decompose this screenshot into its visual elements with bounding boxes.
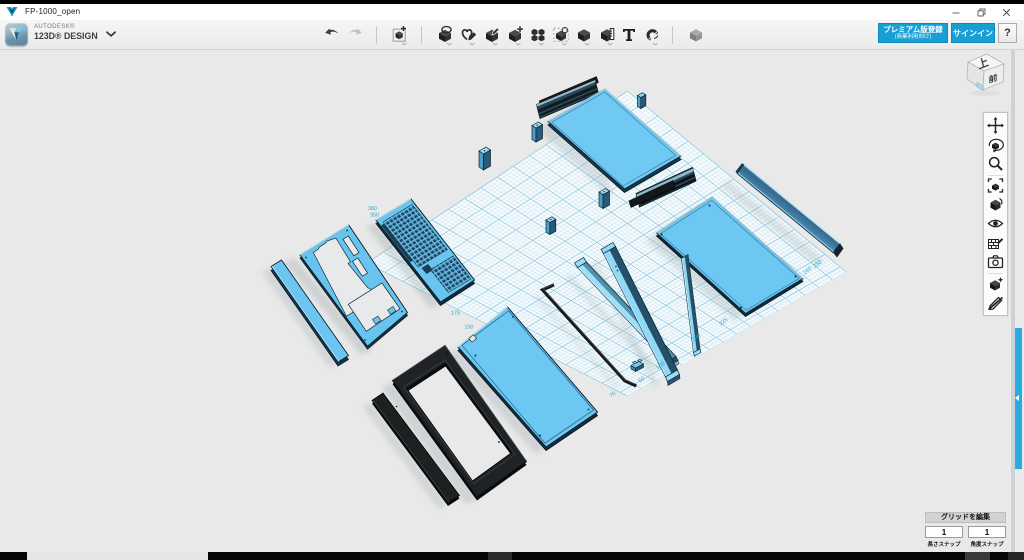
nav-divider (988, 273, 1003, 274)
material-tool-icon[interactable] (687, 25, 705, 43)
nav-divider (988, 175, 1003, 176)
measure-tool-icon[interactable] (598, 25, 616, 43)
panel-collapse-arrow-icon (1015, 395, 1019, 401)
view-cube[interactable]: 上 前 (960, 50, 1012, 102)
tool-dropdown-markers (395, 42, 695, 47)
logo-123d-icon (5, 23, 28, 46)
taskbar-show-desktop[interactable] (1008, 552, 1024, 560)
hide-sketches-icon[interactable] (987, 295, 1004, 312)
premium-sublabel: (商業利用向け) (879, 34, 947, 40)
toolbar-separator (376, 26, 377, 44)
main-toolbar: AUTODESK® 123D® DESIGN (0, 20, 1024, 50)
taskbar[interactable] (0, 552, 1024, 560)
brand-123d-design: 123D® DESIGN (34, 32, 98, 41)
signin-button[interactable]: サインイン (951, 23, 995, 43)
text-tool-icon[interactable] (620, 25, 638, 43)
svg-text:350: 350 (370, 213, 379, 219)
redo-icon[interactable] (346, 25, 364, 43)
signin-label: サインイン (952, 28, 994, 39)
standoff-5[interactable] (638, 93, 646, 109)
svg-text:75: 75 (609, 391, 618, 399)
maximize-button[interactable] (970, 6, 992, 19)
brand-autodesk: AUTODESK® (34, 24, 98, 30)
standoff-2[interactable] (532, 122, 543, 142)
premium-label: プレミアム版登録 (879, 26, 947, 34)
restore-icon (977, 8, 986, 17)
modify-tool-icon[interactable] (506, 25, 524, 43)
show-solids-icon[interactable] (987, 275, 1004, 292)
app-icon (6, 6, 18, 18)
help-button[interactable]: ? (998, 23, 1017, 43)
premium-register-button[interactable]: プレミアム版登録 (商業利用向け) (878, 23, 948, 43)
minimize-icon (952, 8, 961, 17)
taskbar-app-button[interactable] (488, 552, 512, 560)
angle-snap-label: 角度スナップ (968, 540, 1006, 548)
fit-view-icon[interactable] (987, 177, 1004, 194)
pan-icon[interactable] (987, 117, 1004, 134)
navigation-toolbar (983, 112, 1008, 316)
angle-snap-input[interactable] (968, 526, 1006, 538)
close-icon (1002, 8, 1011, 17)
standoff-4[interactable] (599, 189, 610, 209)
length-snap-input[interactable] (925, 526, 963, 538)
sketch-tool-icon[interactable] (460, 25, 478, 43)
undo-icon[interactable] (323, 25, 341, 43)
taskbar-search-box[interactable] (27, 552, 208, 560)
brand-text: AUTODESK® 123D® DESIGN (34, 24, 98, 41)
menu-chevron-icon[interactable] (105, 30, 118, 39)
library-panel-tab[interactable] (1015, 328, 1022, 469)
close-button[interactable] (995, 6, 1017, 19)
app-logo[interactable] (5, 23, 28, 46)
combine-tool-icon[interactable] (575, 25, 593, 43)
materials-icon[interactable] (987, 234, 1004, 251)
visibility-icon[interactable] (987, 215, 1004, 232)
taskbar-tray[interactable] (965, 552, 990, 560)
construct-tool-icon[interactable] (483, 25, 501, 43)
svg-text:175: 175 (451, 311, 460, 317)
length-snap-label: 長さスナップ (925, 540, 963, 548)
grouping-tool-icon[interactable] (552, 25, 570, 43)
shading-mode-icon[interactable] (987, 196, 1004, 213)
minimize-button[interactable] (945, 6, 967, 19)
transform-tool-icon[interactable] (391, 25, 409, 43)
zoom-icon[interactable] (987, 155, 1004, 172)
grid-edit-panel: グリッドを編集 長さスナップ 角度スナップ (925, 512, 1006, 549)
snap-tool-icon[interactable] (642, 25, 660, 43)
svg-text:360: 360 (368, 206, 377, 212)
standoff-1[interactable] (479, 147, 491, 170)
window-right-edge (1011, 50, 1015, 552)
titlebar: FP-1000_open (0, 4, 1024, 20)
pattern-tool-icon[interactable] (529, 25, 547, 43)
window-title: FP-1000_open (25, 7, 80, 16)
svg-text:150: 150 (464, 325, 473, 331)
app-window: { "window": { "title": "FP-1000_open" },… (0, 0, 1024, 560)
grid-edit-button[interactable]: グリッドを編集 (925, 512, 1006, 523)
primitives-tool-icon[interactable] (436, 25, 454, 43)
scene-3d: 360 350 175 150 75 50 100 200 225 240 25… (0, 50, 1012, 552)
viewport[interactable]: 360 350 175 150 75 50 100 200 225 240 25… (0, 50, 1024, 552)
standoff-3[interactable] (546, 217, 556, 235)
orbit-icon[interactable] (987, 136, 1004, 153)
screenshot-icon[interactable] (987, 253, 1004, 270)
